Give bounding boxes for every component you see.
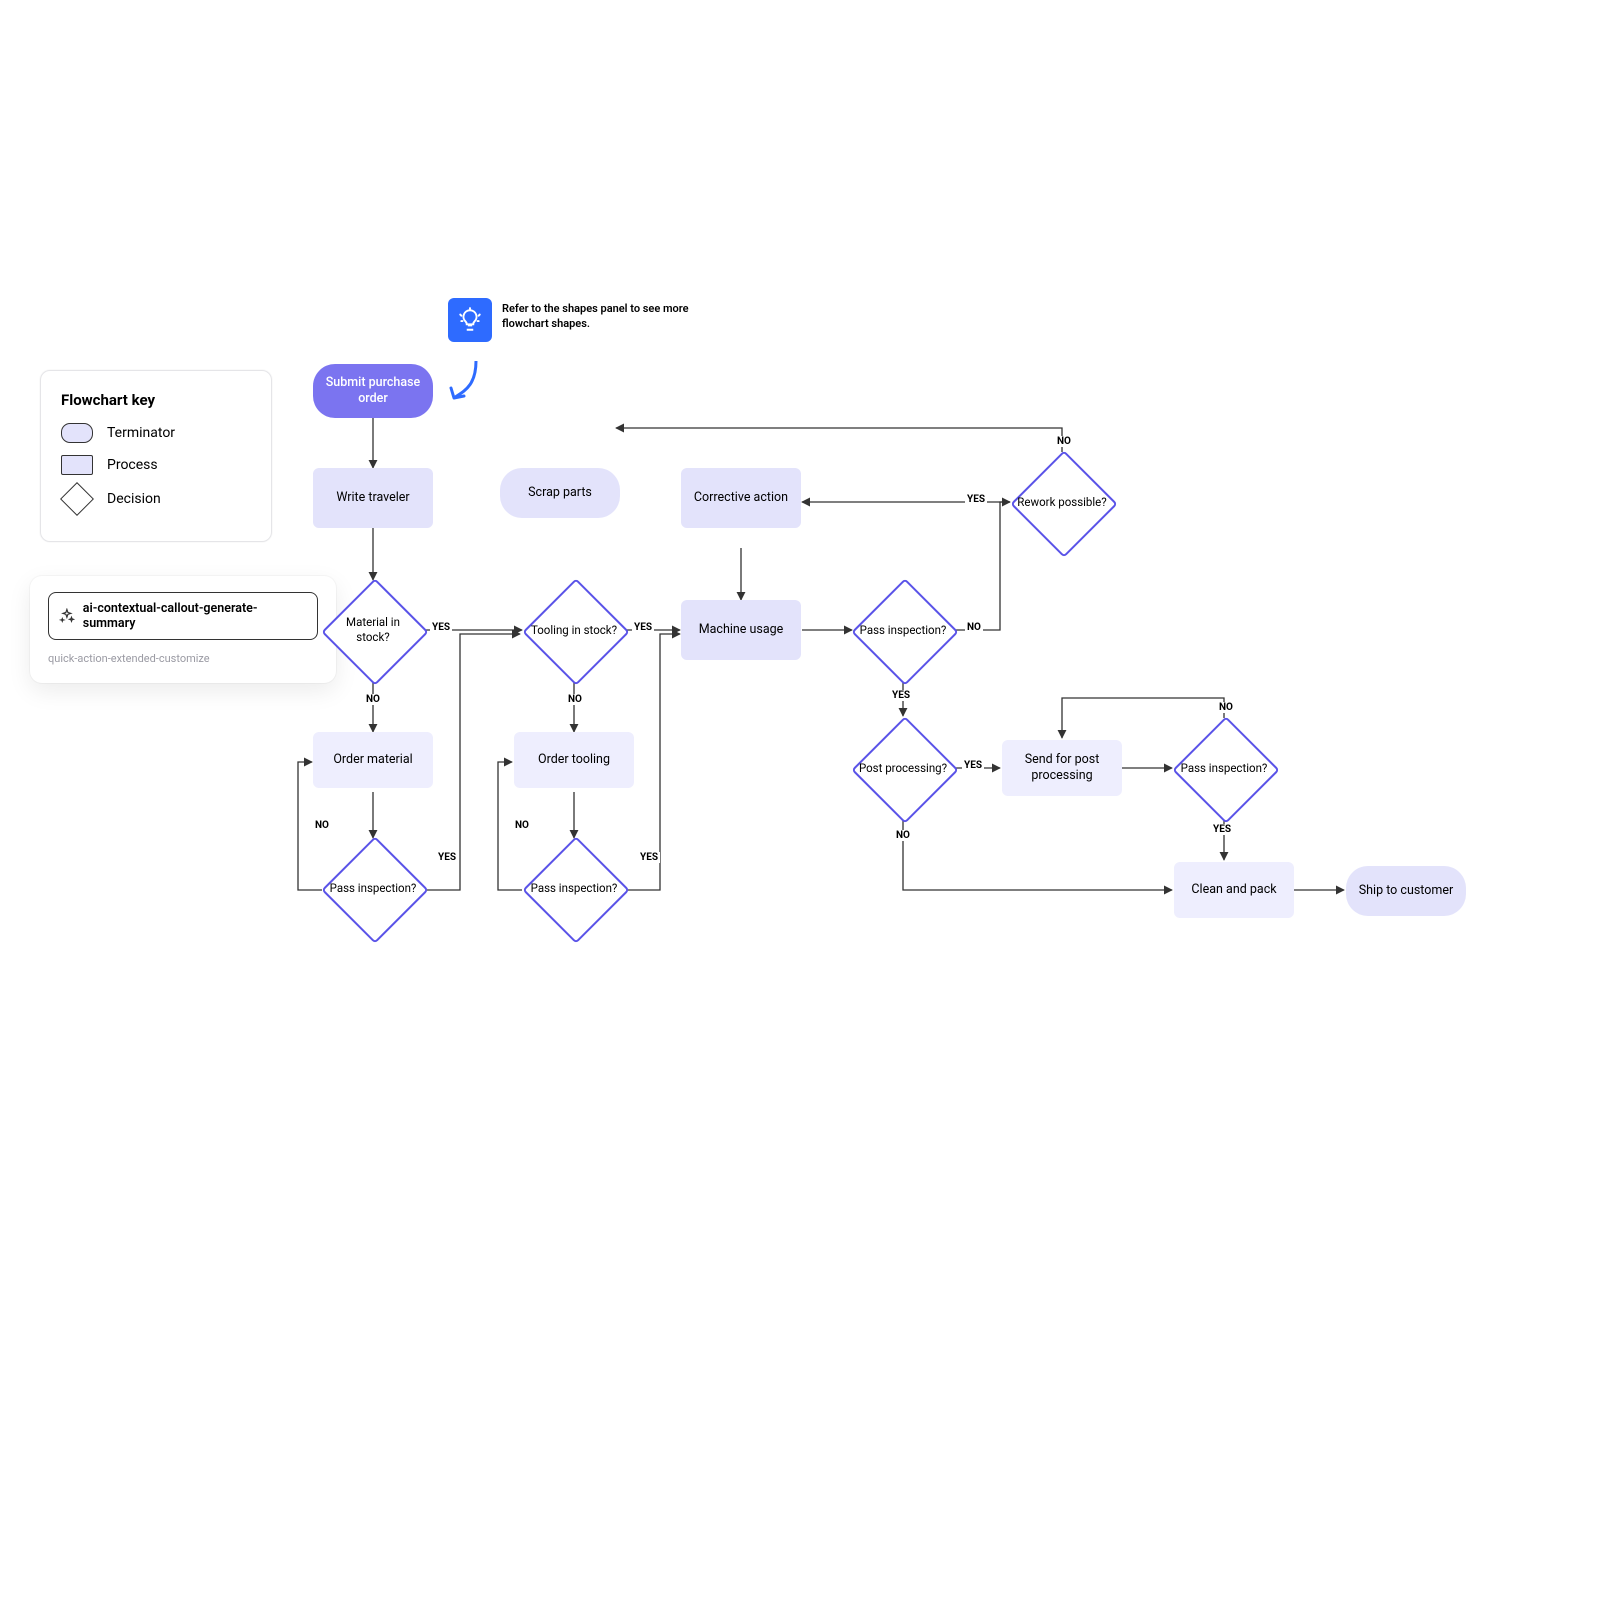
node-order-tooling[interactable]: Order tooling [514,732,634,788]
node-label: Scrap parts [528,485,592,501]
legend-row-decision: Decision [61,487,251,511]
node-pass-inspection-post[interactable]: Pass inspection? [1174,718,1274,818]
lightbulb-icon [457,307,483,333]
tip-text: Refer to the shapes panel to see more fl… [502,302,692,332]
terminator-shape-icon [61,423,93,443]
edge-label: NO [364,694,382,705]
node-label: Pass inspection? [529,881,619,896]
ai-button-label: ai-contextual-callout-generate-summary [83,601,307,631]
node-label: Tooling in stock? [529,623,619,638]
process-shape-icon [61,455,93,475]
node-order-material[interactable]: Order material [313,732,433,788]
tip-badge [448,298,492,342]
node-label: Send for post processing [1002,752,1122,785]
edge-label: YES [890,690,912,701]
legend-label: Decision [107,491,161,507]
node-send-post-processing[interactable]: Send for post processing [1002,740,1122,796]
edge-label: YES [962,760,984,771]
node-label: Submit purchase order [313,375,433,408]
edge-label: YES [436,852,458,863]
node-label: Order material [333,752,412,768]
edge-label: YES [430,622,452,633]
edge-label: YES [638,852,660,863]
node-label: Write traveler [336,490,409,506]
node-pass-inspection-machine[interactable]: Pass inspection? [853,580,953,680]
edge-label: NO [1055,436,1073,447]
connector-layer [0,0,1600,1600]
node-label: Material in stock? [328,615,418,645]
edge-label: NO [965,622,983,633]
legend-row-terminator: Terminator [61,423,251,443]
legend-label: Terminator [107,425,175,441]
node-label: Rework possible? [1017,495,1107,510]
node-pass-inspection-tooling[interactable]: Pass inspection? [524,838,624,938]
node-label: Clean and pack [1191,882,1276,898]
node-pass-inspection-material[interactable]: Pass inspection? [323,838,423,938]
edge-label: YES [632,622,654,633]
node-clean-and-pack[interactable]: Clean and pack [1174,862,1294,918]
node-corrective-action[interactable]: Corrective action [681,468,801,528]
edge-label: YES [1211,824,1233,835]
node-label: Pass inspection? [858,623,948,638]
node-material-in-stock[interactable]: Material in stock? [323,580,423,680]
edge-label: NO [566,694,584,705]
legend-row-process: Process [61,455,251,475]
node-tooling-in-stock[interactable]: Tooling in stock? [524,580,624,680]
node-label: Post processing? [858,761,948,776]
edge-label: YES [965,494,987,505]
node-label: Machine usage [699,622,784,638]
edge-label: NO [1217,702,1235,713]
legend-title: Flowchart key [61,391,251,409]
node-label: Corrective action [694,490,788,506]
node-label: Pass inspection? [1179,761,1269,776]
node-ship-to-customer[interactable]: Ship to customer [1346,866,1466,916]
tip-arrow-icon [446,356,486,406]
edge-label: NO [894,830,912,841]
node-machine-usage[interactable]: Machine usage [681,600,801,660]
ai-generate-summary-button[interactable]: ai-contextual-callout-generate-summary [48,592,318,640]
node-write-traveler[interactable]: Write traveler [313,468,433,528]
ai-subtext: quick-action-extended-customize [48,652,318,665]
ai-callout-card: ai-contextual-callout-generate-summary q… [30,576,336,683]
node-label: Order tooling [538,752,610,768]
flowchart-key-panel: Flowchart key Terminator Process Decisio… [40,370,272,542]
node-label: Pass inspection? [328,881,418,896]
node-scrap-parts[interactable]: Scrap parts [500,468,620,518]
sparkle-icon [59,608,75,624]
edge-label: NO [513,820,531,831]
node-rework-possible[interactable]: Rework possible? [1012,452,1112,552]
edge-label: NO [313,820,331,831]
decision-shape-icon [60,482,94,516]
node-label: Ship to customer [1359,883,1453,899]
flowchart-canvas[interactable]: Flowchart key Terminator Process Decisio… [0,0,1600,1600]
node-post-processing[interactable]: Post processing? [853,718,953,818]
legend-label: Process [107,457,158,473]
node-submit-purchase-order[interactable]: Submit purchase order [313,364,433,418]
